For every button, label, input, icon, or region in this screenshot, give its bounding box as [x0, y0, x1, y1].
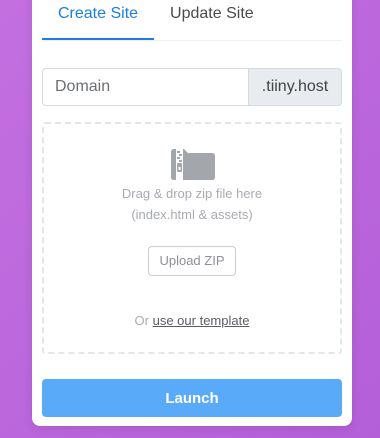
dropzone-hint: (index.html & assets)	[131, 207, 253, 222]
file-dropzone[interactable]: Drag & drop zip file here (index.html & …	[42, 122, 342, 354]
domain-suffix: .tiiny.host	[248, 68, 342, 106]
domain-input[interactable]	[42, 68, 248, 106]
launch-button[interactable]: Launch	[42, 379, 342, 417]
tab-create-site-label: Create Site	[58, 5, 139, 22]
template-option: Or use our template	[44, 313, 340, 328]
zip-folder-icon	[171, 149, 215, 180]
upload-zip-button[interactable]: Upload ZIP	[148, 246, 236, 276]
tab-create-site[interactable]: Create Site	[42, 0, 155, 40]
domain-input-group: .tiiny.host	[42, 68, 342, 106]
tab-update-site-label: Update Site	[170, 5, 254, 22]
use-template-link[interactable]: use our template	[153, 313, 250, 328]
tab-update-site[interactable]: Update Site	[154, 0, 270, 40]
create-site-card: Create Site Update Site .tiiny.host Drag…	[32, 0, 352, 426]
dropzone-instruction: Drag & drop zip file here	[121, 186, 263, 201]
tab-bar: Create Site Update Site	[42, 0, 342, 41]
template-prefix: Or	[134, 313, 153, 328]
